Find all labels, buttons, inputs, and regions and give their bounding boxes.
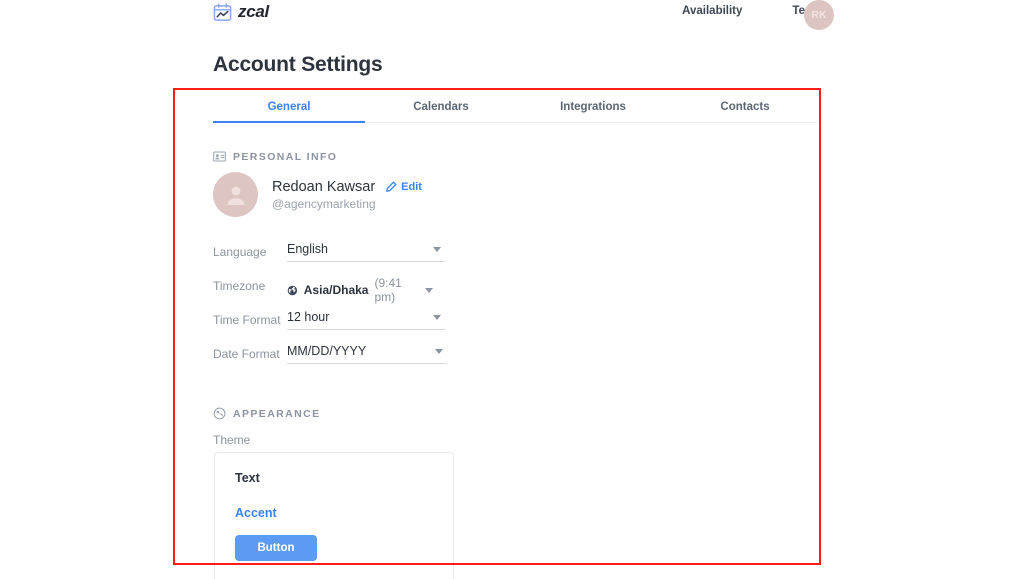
form-row-time-format: Time Format 12 hour [213,310,513,344]
date-format-label: Date Format [213,344,277,361]
tab-general[interactable]: General [213,95,365,122]
profile-text: Redoan Kawsar Edit @agencymarketing [272,179,422,211]
tab-calendars[interactable]: Calendars [365,95,517,122]
time-format-select[interactable]: 12 hour [287,310,445,330]
appearance-label: APPEARANCE [233,408,321,420]
timezone-value: Asia/Dhaka (9:41 pm) [287,276,417,304]
language-value: English [287,242,328,256]
language-label: Language [213,242,277,259]
theme-preview-button[interactable]: Button [235,535,317,561]
calendar-chart-icon [213,3,232,22]
profile-block: Redoan Kawsar Edit @agencymarketing [213,172,422,217]
brand-name: zcal [238,2,269,22]
form-row-language: Language English [213,242,513,276]
time-format-value: 12 hour [287,310,329,324]
theme-label: Theme [213,433,250,447]
pencil-icon [385,181,397,193]
profile-handle: @agencymarketing [272,197,422,211]
time-format-label: Time Format [213,310,277,327]
appearance-section-header: APPEARANCE [213,407,321,420]
account-settings-page: zcal Availability Teams RK Account Setti… [0,0,1024,579]
page-title: Account Settings [213,53,382,77]
brand-logo[interactable]: zcal [213,2,269,22]
palette-icon [213,407,226,420]
chevron-down-icon [433,247,441,252]
form-row-timezone: Timezone Asia/Dhaka (9:41 pm) [213,276,513,310]
profile-avatar[interactable] [213,172,258,217]
profile-name: Redoan Kawsar [272,179,375,195]
date-format-select[interactable]: MM/DD/YYYY [287,344,447,364]
edit-profile-link[interactable]: Edit [385,181,422,193]
timezone-select[interactable]: Asia/Dhaka (9:41 pm) [287,276,437,309]
chevron-down-icon [435,349,443,354]
theme-preview-text: Text [235,471,433,485]
settings-tabs: General Calendars Integrations Contacts [213,95,821,123]
date-format-value: MM/DD/YYYY [287,344,366,358]
language-select[interactable]: English [287,242,445,262]
theme-preview-accent: Accent [235,506,433,520]
id-card-icon [213,150,226,163]
edit-label: Edit [401,181,422,193]
form-row-date-format: Date Format MM/DD/YYYY [213,344,513,378]
tab-integrations[interactable]: Integrations [517,95,669,122]
timezone-time: (9:41 pm) [374,276,417,304]
personal-info-section-header: PERSONAL INFO [213,150,337,163]
timezone-label: Timezone [213,276,277,293]
chevron-down-icon [433,315,441,320]
personal-info-label: PERSONAL INFO [233,151,337,163]
nav-item-availability[interactable]: Availability [682,5,742,17]
theme-preview-card[interactable]: Text Accent Button [214,452,454,579]
profile-name-row: Redoan Kawsar Edit [272,179,422,195]
user-avatar-button[interactable]: RK [804,0,834,30]
globe-icon [287,284,298,297]
chevron-down-icon [425,288,433,293]
person-silhouette-icon [223,182,249,208]
tab-contacts[interactable]: Contacts [669,95,821,122]
timezone-name: Asia/Dhaka [304,283,369,297]
app-header: zcal Availability Teams RK [0,0,1024,32]
general-settings-form: Language English Timezone Asia/Dhaka (9:… [213,242,513,378]
